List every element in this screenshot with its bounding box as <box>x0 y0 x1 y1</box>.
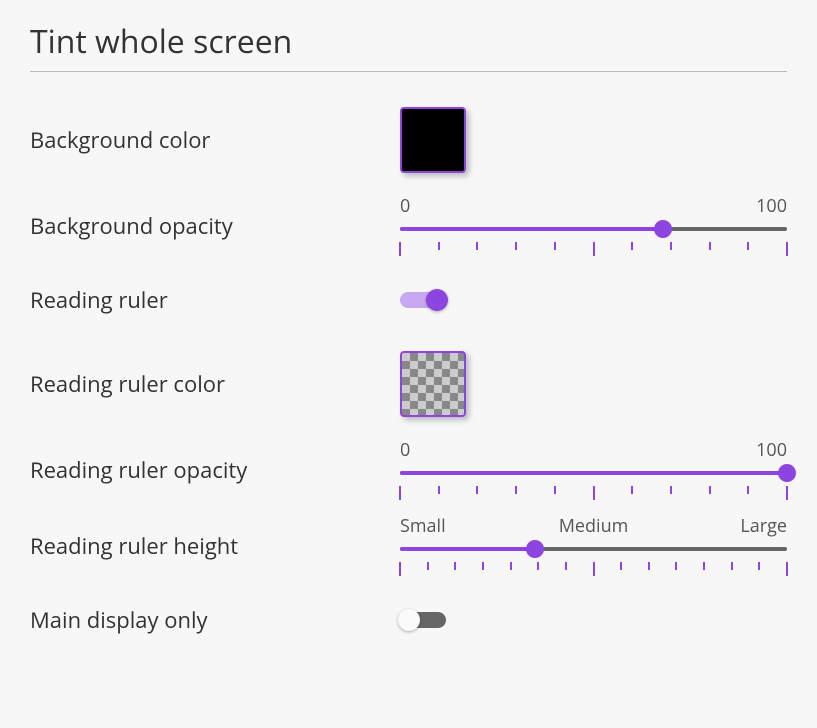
slider-ticks <box>400 562 787 578</box>
label-reading-ruler-color: Reading ruler color <box>30 369 400 399</box>
label-reading-ruler: Reading ruler <box>30 285 400 315</box>
slider-thumb[interactable] <box>654 220 672 238</box>
main-display-only-toggle[interactable] <box>400 612 446 628</box>
background-color-swatch[interactable] <box>400 107 466 173</box>
tint-settings-panel: Tint whole screen Background color Backg… <box>0 0 817 676</box>
ruler-height-label-large: Large <box>658 514 787 538</box>
slider-thumb[interactable] <box>778 464 796 482</box>
label-main-display-only: Main display only <box>30 605 400 635</box>
row-reading-ruler: Reading ruler <box>30 264 787 336</box>
row-background-color: Background color <box>30 92 787 188</box>
label-background-color: Background color <box>30 125 400 155</box>
label-background-opacity: Background opacity <box>30 211 400 241</box>
slider-ticks <box>400 242 787 258</box>
ruler-opacity-max-label: 100 <box>756 438 787 462</box>
label-reading-ruler-height: Reading ruler height <box>30 531 400 561</box>
row-reading-ruler-height: Reading ruler height Small Medium Large <box>30 508 787 584</box>
reading-ruler-color-swatch[interactable] <box>400 351 466 417</box>
reading-ruler-opacity-slider[interactable] <box>400 464 787 482</box>
row-reading-ruler-color: Reading ruler color <box>30 336 787 432</box>
divider <box>30 71 787 72</box>
row-background-opacity: Background opacity 0 100 <box>30 188 787 264</box>
reading-ruler-toggle[interactable] <box>400 292 446 308</box>
label-reading-ruler-opacity: Reading ruler opacity <box>30 455 400 485</box>
section-title: Tint whole screen <box>30 20 787 63</box>
reading-ruler-height-slider[interactable] <box>400 540 787 558</box>
bg-opacity-max-label: 100 <box>756 194 787 218</box>
ruler-height-label-medium: Medium <box>529 514 658 538</box>
ruler-height-label-small: Small <box>400 514 529 538</box>
slider-ticks <box>400 486 787 502</box>
bg-opacity-min-label: 0 <box>400 194 410 218</box>
background-opacity-slider[interactable] <box>400 220 787 238</box>
ruler-opacity-min-label: 0 <box>400 438 410 462</box>
row-main-display-only: Main display only <box>30 584 787 656</box>
row-reading-ruler-opacity: Reading ruler opacity 0 100 <box>30 432 787 508</box>
slider-thumb[interactable] <box>526 540 544 558</box>
